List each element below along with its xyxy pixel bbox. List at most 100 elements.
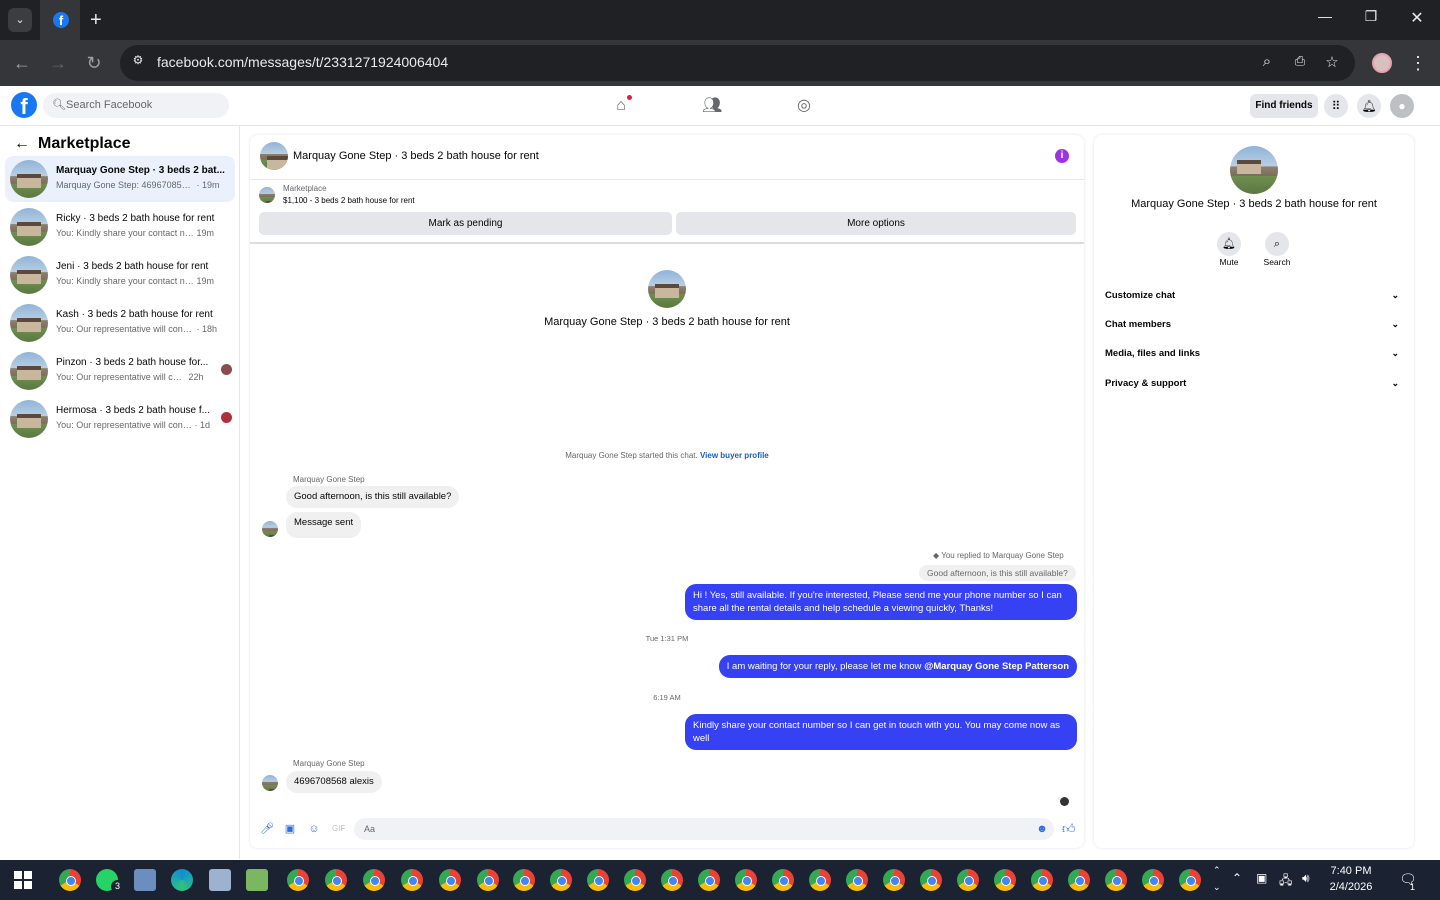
install-app-icon[interactable]: ⎙ — [1290, 53, 1310, 69]
chrome-taskbar-icon[interactable] — [1142, 869, 1164, 891]
chrome-taskbar-icon[interactable] — [587, 869, 609, 891]
facebook-logo-icon[interactable]: f — [11, 92, 37, 119]
show-hidden-icons-chevron-icon[interactable]: ⌃ — [1232, 871, 1242, 885]
volume-icon[interactable]: 🔊︎ — [1302, 871, 1310, 886]
gif-icon[interactable]: GIF — [332, 823, 345, 835]
restore-icon[interactable]: ❐ — [1359, 8, 1383, 25]
chrome-taskbar-icon[interactable] — [1105, 869, 1127, 891]
reload-icon[interactable]: ↻ — [82, 52, 106, 74]
meet-now-icon[interactable]: ▣ — [1256, 871, 1267, 885]
quoted-message[interactable]: Good afternoon, is this still available? — [919, 565, 1076, 581]
attach-photo-icon[interactable]: ▣ — [284, 823, 296, 835]
chrome-taskbar-icon[interactable] — [513, 869, 535, 891]
conversation-item[interactable]: Marquay Gone Step · 3 beds 2 bat... Marq… — [5, 156, 235, 202]
account-avatar[interactable]: ● — [1390, 94, 1414, 118]
incoming-message[interactable]: Good afternoon, is this still available? — [286, 486, 460, 508]
outgoing-message[interactable]: I am waiting for your reply, please let … — [718, 655, 1077, 678]
chrome-taskbar-icon[interactable] — [325, 869, 347, 891]
conversation-item[interactable]: Pinzon · 3 beds 2 bath house for... You:… — [5, 348, 235, 394]
chrome-taskbar-icon[interactable] — [439, 869, 461, 891]
app-taskbar-icon[interactable] — [209, 869, 231, 891]
minimize-icon[interactable]: — — [1313, 8, 1337, 24]
more-options-button[interactable]: More options — [676, 212, 1076, 235]
info-icon[interactable]: i — [1055, 149, 1069, 163]
keyboard-taskbar-icon[interactable] — [134, 869, 156, 891]
taskbar-scroll-arrows-icon[interactable]: ⌃ ⌄ — [1213, 862, 1221, 896]
media-files-links-row[interactable]: Media, files and links ⌄ — [1105, 348, 1403, 359]
conversation-item[interactable]: Hermosa · 3 beds 2 bath house f... You: … — [5, 396, 235, 442]
chrome-taskbar-icon[interactable] — [401, 869, 423, 891]
chrome-taskbar-icon[interactable] — [363, 869, 385, 891]
chrome-taskbar-icon[interactable] — [624, 869, 646, 891]
browser-menu-icon[interactable]: ⋮ — [1406, 52, 1430, 74]
windows-start-icon[interactable] — [14, 871, 32, 889]
chrome-taskbar-icon[interactable] — [994, 869, 1016, 891]
notepad-taskbar-icon[interactable] — [246, 869, 268, 891]
chrome-taskbar-icon[interactable] — [698, 869, 720, 891]
menu-grid-icon[interactable]: ⠿ — [1324, 94, 1348, 118]
chrome-taskbar-icon[interactable] — [59, 869, 81, 891]
address-bar[interactable]: ⚙ facebook.com/messages/t/23312719240064… — [120, 45, 1355, 81]
network-icon[interactable]: 🖧︎ — [1279, 871, 1292, 892]
view-buyer-profile-link[interactable]: View buyer profile — [700, 451, 769, 460]
windows-taskbar: 3 ⌃ ⌄ ⌃ ▣ 🖧︎ 🔊︎ 7:40 PM 2/4/2026 🗨︎ 1 — [0, 860, 1440, 900]
back-arrow-icon[interactable]: ← — [14, 135, 30, 152]
chrome-taskbar-icon[interactable] — [809, 869, 831, 891]
edge-taskbar-icon[interactable] — [171, 869, 193, 891]
conversation-item[interactable]: Jeni · 3 beds 2 bath house for rent You:… — [5, 252, 235, 298]
notifications-bell-icon[interactable]: 🔔︎ — [1357, 94, 1381, 118]
voice-clip-icon[interactable]: 🎤︎ — [260, 823, 274, 835]
outgoing-message[interactable]: Hi ! Yes, still available. If you're int… — [685, 584, 1077, 620]
conversation-item[interactable]: Ricky · 3 beds 2 bath house for rent You… — [5, 204, 235, 250]
chrome-taskbar-icon[interactable] — [1068, 869, 1090, 891]
mute-bell-icon[interactable]: 🔔︎ — [1217, 232, 1241, 256]
chrome-taskbar-icon[interactable] — [920, 869, 942, 891]
find-friends-button[interactable]: Find friends — [1250, 94, 1318, 118]
site-settings-icon[interactable]: ⚙ — [128, 53, 148, 67]
chat-header-title[interactable]: Marquay Gone Step · 3 beds 2 bath house … — [293, 150, 539, 162]
facebook-search-input[interactable]: 🔍︎ Search Facebook — [43, 93, 229, 118]
chrome-taskbar-icon[interactable] — [735, 869, 757, 891]
chrome-taskbar-icon[interactable] — [550, 869, 572, 891]
privacy-support-row[interactable]: Privacy & support ⌄ — [1105, 378, 1403, 389]
message-input[interactable]: Aa — [354, 818, 1054, 840]
chrome-taskbar-icon[interactable] — [661, 869, 683, 891]
row-label: Chat members — [1105, 319, 1171, 330]
conversation-item[interactable]: Kash · 3 beds 2 bath house for rent You:… — [5, 300, 235, 346]
chrome-taskbar-icon[interactable] — [957, 869, 979, 891]
mention[interactable]: @Marquay Gone Step Patterson — [924, 661, 1069, 672]
incoming-message[interactable]: Message sent — [286, 512, 362, 538]
chrome-taskbar-icon[interactable] — [846, 869, 868, 891]
chat-header-avatar[interactable] — [260, 142, 288, 170]
chrome-taskbar-icon[interactable] — [1031, 869, 1053, 891]
chat-members-row[interactable]: Chat members ⌄ — [1105, 319, 1403, 330]
bookmark-star-icon[interactable]: ☆ — [1322, 53, 1342, 71]
thumbs-up-icon[interactable]: 👍︎ — [1062, 822, 1076, 835]
emoji-icon[interactable]: ☻ — [1036, 823, 1048, 835]
listing-thumbnail[interactable] — [259, 187, 275, 203]
browser-profile-avatar[interactable] — [1372, 53, 1392, 73]
sticker-icon[interactable]: ☺ — [308, 823, 320, 835]
outgoing-message[interactable]: Kindly share your contact number so I ca… — [685, 714, 1077, 750]
groups-icon[interactable]: ◎ — [794, 96, 814, 116]
chrome-taskbar-icon[interactable] — [477, 869, 499, 891]
chrome-taskbar-icon[interactable] — [287, 869, 309, 891]
chrome-taskbar-icon[interactable] — [1179, 869, 1201, 891]
taskbar-clock[interactable]: 7:40 PM 2/4/2026 — [1322, 863, 1380, 895]
chrome-taskbar-icon[interactable] — [772, 869, 794, 891]
new-tab-button[interactable]: + — [90, 8, 110, 32]
url-text[interactable]: facebook.com/messages/t/2331271924006404 — [157, 54, 448, 70]
chevron-down-icon: ⌄ — [1391, 319, 1399, 329]
incoming-message[interactable]: 4696708568 alexis — [286, 771, 382, 793]
friends-icon[interactable]: 👥︎ — [702, 96, 722, 116]
customize-chat-row[interactable]: Customize chat ⌄ — [1105, 290, 1403, 301]
zoom-icon[interactable]: ⌕ — [1257, 53, 1277, 70]
mark-as-pending-button[interactable]: Mark as pending — [259, 212, 672, 235]
search-icon[interactable]: ⌕ — [1265, 232, 1289, 256]
chrome-taskbar-icon[interactable] — [883, 869, 905, 891]
back-icon[interactable]: ← — [10, 52, 34, 74]
forward-icon[interactable]: → — [46, 52, 70, 74]
close-window-icon[interactable]: ✕ — [1405, 8, 1429, 28]
listing-title[interactable]: $1,100 - 3 beds 2 bath house for rent — [283, 196, 415, 205]
tab-search-icon[interactable]: ⌄ — [8, 8, 32, 32]
